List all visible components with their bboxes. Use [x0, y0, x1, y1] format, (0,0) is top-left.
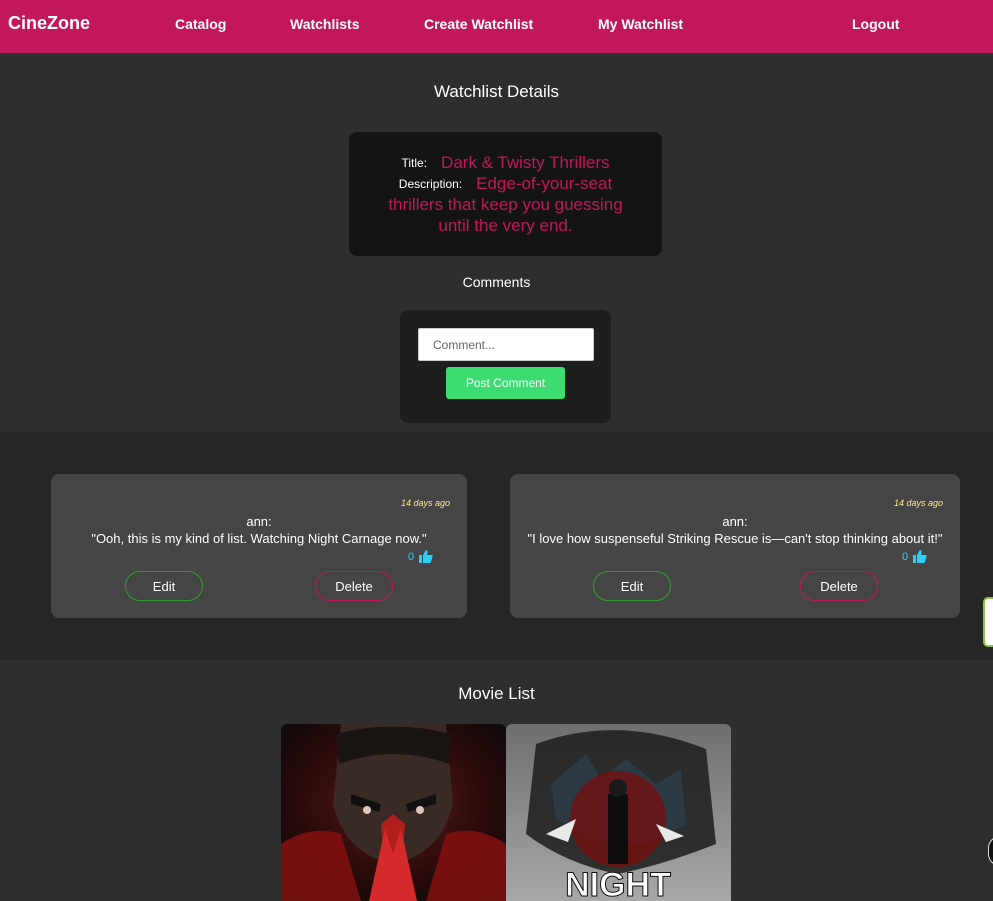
comment-timestamp: 14 days ago — [893, 498, 943, 508]
poster-title: NIGHT — [565, 866, 671, 901]
edit-comment-button[interactable]: Edit — [593, 571, 671, 601]
watchlist-details-text: Title: Dark & Twisty Thrillers Descriptio… — [371, 153, 640, 237]
like-control[interactable]: 0 — [902, 550, 927, 563]
comment-timestamp: 14 days ago — [400, 498, 450, 508]
thumbs-up-icon[interactable] — [419, 550, 433, 563]
watchlist-details-heading: Watchlist Details — [433, 82, 559, 101]
delete-comment-button[interactable]: Delete — [315, 571, 393, 601]
delete-comment-button[interactable]: Delete — [800, 571, 878, 601]
comment-form: Post Comment — [400, 310, 611, 423]
like-count: 0 — [902, 550, 909, 563]
comment-card: 14 days ago ann: "I love how suspenseful… — [510, 474, 960, 618]
comment-card: 14 days ago ann: "Ooh, this is my kind o… — [51, 474, 467, 618]
thumbs-up-icon[interactable] — [913, 550, 927, 563]
nav-logout[interactable]: Logout — [852, 16, 899, 32]
poster-image: NIGHT — [506, 724, 731, 901]
comment-input[interactable] — [418, 328, 594, 361]
post-comment-button[interactable]: Post Comment — [446, 367, 565, 399]
watchlist-title: Dark & Twisty Thrillers — [441, 153, 610, 172]
navbar: CineZone Catalog Watchlists Create Watch… — [0, 0, 993, 53]
movie-poster-2[interactable]: NIGHT — [506, 724, 731, 901]
nav-catalog[interactable]: Catalog — [175, 16, 226, 32]
edit-comment-button[interactable]: Edit — [125, 571, 203, 601]
nav-create-watchlist[interactable]: Create Watchlist — [424, 16, 533, 32]
like-count: 0 — [408, 550, 415, 563]
floating-widget[interactable] — [983, 597, 993, 647]
comment-text: "Ooh, this is my kind of list. Watching … — [91, 531, 427, 546]
description-label: Description: — [398, 177, 463, 191]
watchlist-details-card: Title: Dark & Twisty Thrillers Descriptio… — [349, 132, 662, 256]
poster-image — [281, 724, 506, 901]
movie-poster-1[interactable] — [281, 724, 506, 901]
movie-list-heading: Movie List — [458, 684, 535, 703]
comments-heading: Comments — [462, 274, 531, 290]
comment-text: "I love how suspenseful Striking Rescue … — [527, 531, 943, 546]
nav-my-watchlist[interactable]: My Watchlist — [598, 16, 683, 32]
comments-list: 14 days ago ann: "Ooh, this is my kind o… — [0, 432, 993, 660]
floating-circle-button[interactable] — [988, 836, 993, 866]
brand-logo[interactable]: CineZone — [8, 13, 90, 34]
comment-author: ann: — [722, 514, 748, 529]
comment-author: ann: — [246, 514, 272, 529]
nav-watchlists[interactable]: Watchlists — [290, 16, 360, 32]
title-label: Title: — [401, 156, 428, 170]
like-control[interactable]: 0 — [408, 550, 433, 563]
